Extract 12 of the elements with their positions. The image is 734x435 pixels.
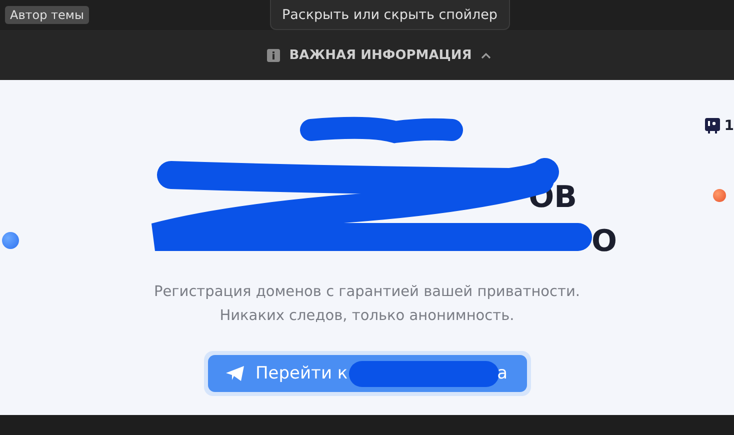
spoiler-title[interactable]: ВАЖНАЯ ИНФОРМАЦИЯ bbox=[289, 48, 472, 62]
paper-plane-icon bbox=[226, 366, 244, 381]
author-badge: Автор темы bbox=[5, 6, 89, 24]
decor-dot bbox=[713, 189, 726, 202]
counter-text: 1 bbox=[724, 118, 734, 134]
safe-icon bbox=[705, 118, 720, 134]
info-icon bbox=[267, 48, 280, 62]
decor-dot bbox=[2, 232, 19, 249]
heading-text: О bbox=[590, 223, 617, 261]
subtitle-text: Регистрация доменов с гарантией вашей приватности. Никаких следов, только анонимность. bbox=[154, 283, 580, 326]
tooltip: Раскрыть или скрыть спойлер bbox=[270, 0, 510, 30]
caret-icon[interactable] bbox=[480, 52, 491, 58]
